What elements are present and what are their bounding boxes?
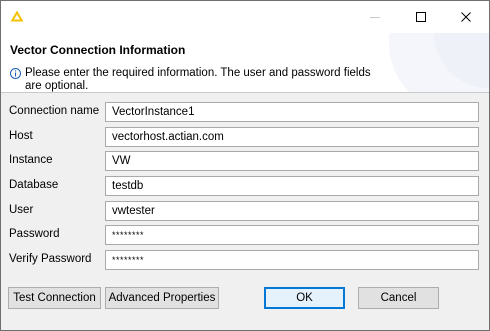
instance-label: Instance	[9, 154, 53, 166]
info-message: Please enter the required information. T…	[10, 67, 390, 92]
verify-password-input[interactable]: ********	[105, 250, 479, 270]
connection-name-label: Connection name	[9, 105, 100, 117]
row-instance: Instance VW	[7, 151, 481, 171]
user-label: User	[9, 204, 34, 216]
connection-name-input[interactable]: VectorInstance1	[105, 102, 479, 122]
dialog-header: Vector Connection Information Please ent…	[1, 33, 489, 93]
minimize-icon	[370, 17, 380, 18]
maximize-icon	[416, 12, 426, 22]
row-database: Database testdb	[7, 176, 481, 196]
test-connection-button[interactable]: Test Connection	[8, 287, 101, 309]
close-icon	[461, 12, 471, 22]
database-input[interactable]: testdb	[105, 176, 479, 196]
verify-password-label: Verify Password	[9, 253, 92, 265]
password-label: Password	[9, 228, 60, 240]
close-button[interactable]	[443, 1, 489, 33]
dialog-window: Vector Connection Information Please ent…	[0, 0, 490, 331]
app-triangle-icon	[10, 10, 24, 22]
row-password: Password ********	[7, 225, 481, 245]
title-bar[interactable]	[1, 1, 489, 33]
row-connection-name: Connection name VectorInstance1	[7, 102, 481, 122]
advanced-properties-button[interactable]: Advanced Properties	[105, 287, 219, 309]
user-input[interactable]: vwtester	[105, 201, 479, 221]
cancel-button[interactable]: Cancel	[358, 287, 439, 309]
maximize-button[interactable]	[398, 1, 444, 33]
info-icon	[10, 68, 21, 79]
row-user: User vwtester	[7, 201, 481, 221]
dialog-title: Vector Connection Information	[10, 43, 186, 57]
database-label: Database	[9, 179, 59, 191]
info-text: Please enter the required information. T…	[25, 67, 371, 92]
minimize-button[interactable]	[352, 1, 398, 33]
host-label: Host	[9, 130, 33, 142]
password-input[interactable]: ********	[105, 225, 479, 245]
ok-button[interactable]: OK	[264, 287, 345, 309]
row-verify-password: Verify Password ********	[7, 250, 481, 270]
host-input[interactable]: vectorhost.actian.com	[105, 127, 479, 147]
instance-input[interactable]: VW	[105, 151, 479, 171]
row-host: Host vectorhost.actian.com	[7, 127, 481, 147]
